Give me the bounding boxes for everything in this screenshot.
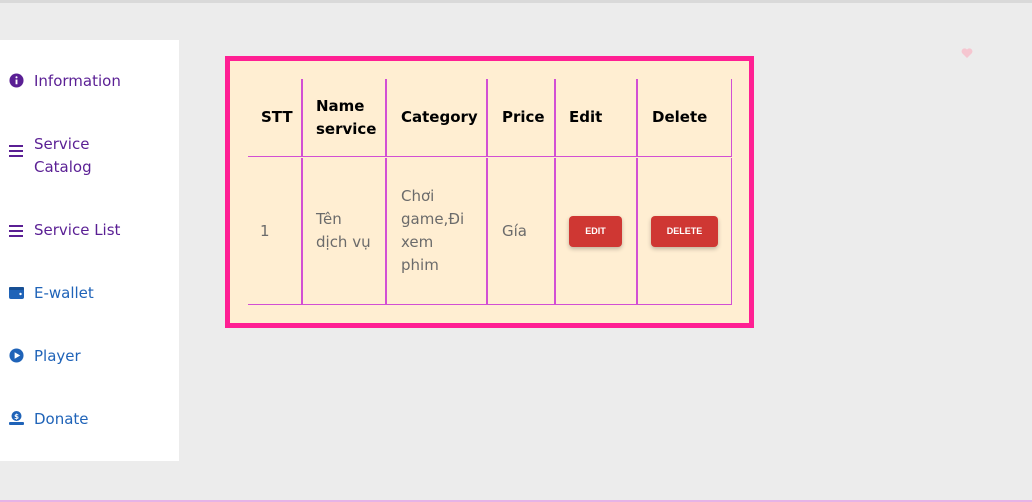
- play-circle-icon: [8, 347, 24, 363]
- info-circle-icon: [8, 72, 24, 88]
- edit-button[interactable]: EDIT: [569, 215, 622, 247]
- sidebar-item-information[interactable]: Information: [8, 70, 121, 93]
- sidebar-item-label: Information: [34, 72, 121, 90]
- sidebar-item-player[interactable]: Player: [8, 345, 81, 368]
- sidebar: Information Service Catalog Service List: [0, 40, 179, 461]
- header-label: Name service: [316, 96, 377, 138]
- delete-button[interactable]: DELETE: [651, 215, 718, 247]
- cell-value: 1: [260, 221, 270, 240]
- header-label: STT: [261, 108, 293, 126]
- cell-value: Chơi game,Đi xem phim: [401, 187, 465, 274]
- header-price: Price: [487, 79, 555, 157]
- service-table: STT Name service Category Price Edit Del…: [225, 56, 754, 328]
- menu-lines-icon: [8, 143, 24, 159]
- donate-icon: $: [8, 410, 24, 426]
- header-stt: STT: [248, 79, 302, 157]
- table-cell-price: Gía: [487, 158, 555, 305]
- sidebar-item-service-list[interactable]: Service List: [8, 219, 120, 242]
- sidebar-item-service-catalog[interactable]: Service Catalog: [8, 133, 104, 179]
- sidebar-item-e-wallet[interactable]: E-wallet: [8, 282, 94, 305]
- cell-value: Tên dịch vụ: [316, 210, 371, 251]
- sidebar-item-label: Player: [34, 347, 81, 365]
- sidebar-item-label: Donate: [34, 410, 89, 428]
- header-category: Category: [386, 79, 487, 157]
- header-label: Delete: [652, 108, 708, 126]
- sidebar-item-donate[interactable]: $ Donate: [8, 408, 89, 431]
- cell-value: Gía: [502, 221, 527, 240]
- menu-lines-icon: [8, 223, 24, 239]
- wallet-icon: [8, 284, 24, 300]
- header-label: Price: [502, 108, 545, 126]
- sidebar-item-label: Service List: [34, 221, 121, 239]
- header-name-service: Name service: [302, 79, 386, 157]
- header-label: Category: [401, 108, 478, 126]
- heart-icon: [961, 48, 973, 58]
- table-cell-edit: EDIT: [555, 158, 637, 305]
- sidebar-item-label: Service Catalog: [34, 135, 92, 176]
- header-label: Edit: [569, 108, 603, 126]
- header-delete: Delete: [637, 79, 732, 157]
- table-cell-delete: DELETE: [637, 158, 732, 305]
- table-cell-category: Chơi game,Đi xem phim: [386, 158, 487, 305]
- sidebar-item-label: E-wallet: [34, 284, 94, 302]
- svg-text:$: $: [14, 413, 19, 421]
- header-edit: Edit: [555, 79, 637, 157]
- top-border: [0, 0, 1032, 3]
- table-cell-stt: 1: [248, 158, 302, 305]
- table-cell-name: Tên dịch vụ: [302, 158, 386, 305]
